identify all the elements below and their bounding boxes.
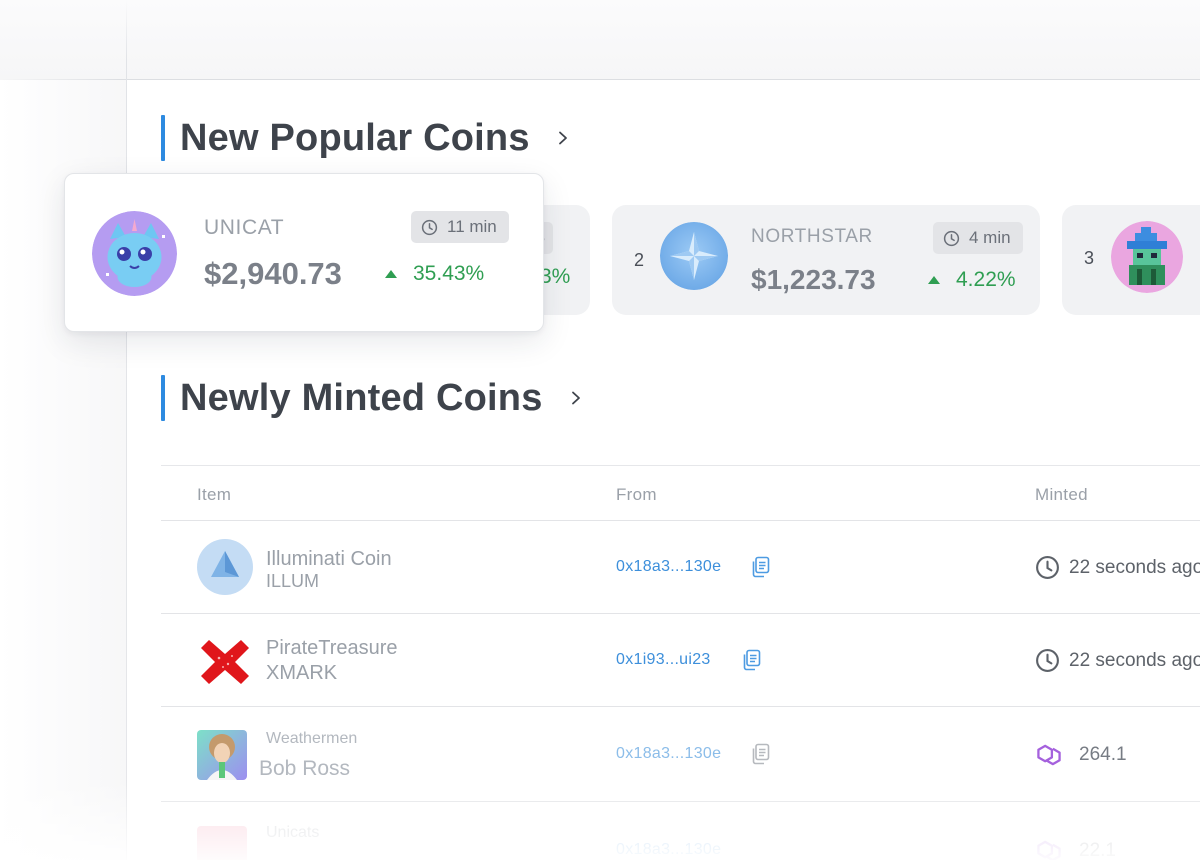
side-rail [0, 0, 126, 860]
table-row[interactable]: PirateTreasure XMARK 0x1i93...ui23 22 se… [161, 614, 1200, 707]
weathermen-avatar [197, 730, 247, 780]
column-header-item[interactable]: Item [197, 485, 231, 505]
minted-time-text: 22 seconds ago [1069, 556, 1200, 578]
piratetreasure-avatar [197, 634, 253, 690]
coin-name: NORTHSTAR [751, 226, 873, 247]
minted-time: 22 seconds ago [1035, 648, 1200, 673]
minted-coins-title: Newly Minted Coins [180, 376, 543, 419]
copy-icon[interactable] [750, 743, 770, 770]
price-change-value: 4.22% [956, 268, 1016, 291]
price-change-value: 35.43% [413, 262, 485, 285]
minted-time-text: 22 seconds ago [1069, 649, 1200, 671]
table-row[interactable]: Unicats 0x18a3...130e 22.1 [161, 802, 1200, 860]
coin-name: UNICAT [204, 216, 285, 239]
popular-coins-title: New Popular Coins [180, 116, 530, 159]
heading-accent-bar [161, 375, 165, 421]
pixel-wizard-icon [1111, 221, 1183, 293]
clock-icon [1036, 649, 1059, 672]
coin-symbol: Bob Ross [259, 757, 351, 780]
top-bar [0, 0, 1200, 80]
coin-title[interactable]: Illuminati Coin [266, 548, 392, 571]
from-address-link[interactable]: 0x1i93...ui23 [616, 651, 711, 669]
clock-icon [943, 230, 960, 246]
northstar-avatar [660, 222, 728, 290]
price-change: 4.22% [928, 268, 1016, 292]
coin-rank: 2 [634, 250, 645, 270]
copy-icon[interactable] [750, 556, 770, 583]
time-badge-text: 4 min [969, 228, 1011, 247]
coin-symbol: XMARK [266, 662, 338, 684]
minted-coins-heading[interactable]: Newly Minted Coins [161, 375, 583, 421]
minted-price: 22.1 [1035, 838, 1116, 860]
table-header: Item From Minted [161, 465, 1200, 521]
chevron-right-icon[interactable] [569, 391, 583, 405]
heading-accent-bar [161, 115, 165, 161]
northstar-logo-icon [660, 222, 728, 290]
coin-rank: 3 [1084, 248, 1095, 268]
time-badge: 11 min [411, 211, 509, 243]
side-rail-divider [126, 0, 127, 860]
top-bar-divider [0, 79, 1200, 80]
illuminati-avatar [197, 539, 253, 595]
minted-time: 22 seconds ago [1035, 555, 1200, 580]
minted-price-text: 22.1 [1079, 839, 1116, 860]
table-row[interactable]: Weathermen Bob Ross 0x18a3...130e 264.1 [161, 707, 1200, 802]
coin-price: $1,223.73 [751, 264, 876, 295]
coin-title[interactable]: PirateTreasure [266, 637, 398, 660]
price-change: 35.43% [385, 262, 484, 286]
clock-icon [1036, 556, 1059, 579]
popular-coin-card-northstar[interactable]: 2 NORTHSTAR $1,223.73 4 min 4.22% [612, 205, 1040, 315]
time-badge-text: 11 min [447, 217, 497, 236]
popular-coin-popup-unicat[interactable]: UNICAT $2,940.73 11 min 35.43% [64, 173, 544, 332]
minted-price-text: 264.1 [1079, 743, 1127, 765]
chevron-right-icon[interactable] [556, 131, 570, 145]
time-badge: 4 min [933, 222, 1023, 254]
coin-symbol: ILLUM [266, 571, 320, 591]
popular-coin-card-3[interactable]: 3 [1062, 205, 1200, 315]
clock-icon [421, 219, 438, 235]
coin-price: $2,940.73 [204, 256, 342, 291]
from-address-link[interactable]: 0x18a3...130e [616, 558, 721, 576]
from-address-link[interactable]: 0x18a3...130e [616, 745, 721, 763]
copy-icon[interactable] [741, 649, 761, 676]
popular-coins-heading[interactable]: New Popular Coins [161, 115, 570, 161]
price-change-value: 3% [540, 265, 571, 288]
unicat-avatar [92, 211, 177, 296]
from-address-link[interactable]: 0x18a3...130e [616, 841, 721, 859]
pyramid-icon [197, 539, 253, 595]
polygon-icon [1037, 840, 1061, 860]
unicats-avatar [197, 826, 247, 860]
column-header-from[interactable]: From [616, 485, 657, 505]
table-row[interactable]: Illuminati Coin ILLUM 0x18a3...130e 22 s… [161, 521, 1200, 614]
bob-ross-portrait-icon [197, 730, 247, 780]
coin-title[interactable]: Weathermen [266, 730, 357, 748]
arrow-up-icon [385, 270, 397, 278]
polygon-icon [1037, 744, 1061, 766]
red-x-icon [201, 640, 249, 684]
minted-price: 264.1 [1035, 742, 1127, 767]
unicat-logo-icon [92, 211, 177, 296]
arrow-up-icon [928, 276, 940, 284]
minted-coins-table: Item From Minted Illuminati Coin ILLUM 0… [161, 465, 1200, 860]
wizard-avatar [1111, 221, 1183, 293]
column-header-minted[interactable]: Minted [1035, 485, 1088, 505]
coin-title[interactable]: Unicats [266, 824, 319, 842]
price-change: 3% [540, 265, 570, 289]
